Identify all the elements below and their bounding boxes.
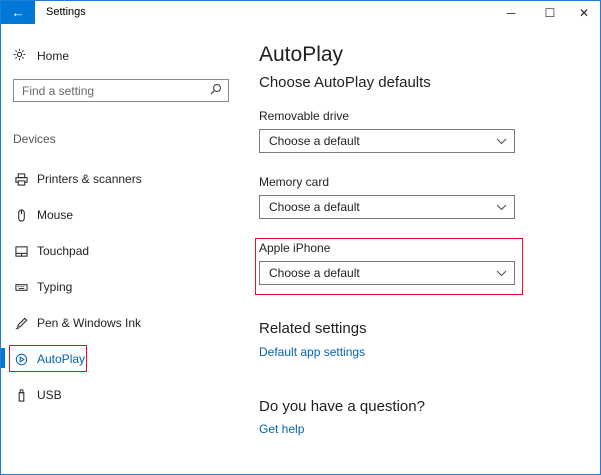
mouse-icon [13, 208, 29, 222]
dropdown-value: Choose a default [269, 134, 360, 148]
removable-drive-label: Removable drive [259, 109, 350, 123]
search-icon[interactable] [210, 83, 222, 98]
sidebar-item-label: Touchpad [37, 244, 90, 258]
default-app-settings-link[interactable]: Default app settings [259, 345, 365, 359]
sidebar-item-autoplay[interactable]: AutoPlay [13, 350, 85, 368]
sidebar-item-usb[interactable]: USB [13, 386, 62, 404]
section-title: Choose AutoPlay defaults [259, 74, 431, 91]
apple-iphone-label: Apple iPhone [259, 241, 331, 255]
sidebar-item-touchpad[interactable]: Touchpad [13, 242, 89, 260]
pen-icon [13, 317, 29, 330]
search-box[interactable] [13, 79, 229, 102]
sidebar-item-pen[interactable]: Pen & Windows Ink [13, 314, 141, 332]
maximize-icon: ☐ [544, 5, 556, 20]
get-help-link[interactable]: Get help [259, 422, 304, 436]
title-bar: ← Settings ─ ☐ ✕ [1, 1, 600, 24]
chevron-down-icon [488, 204, 514, 211]
nav-section-devices: Devices [13, 132, 56, 146]
close-icon: ✕ [578, 5, 590, 20]
minimize-icon: ─ [506, 5, 516, 20]
sidebar-item-mouse[interactable]: Mouse [13, 206, 73, 224]
autoplay-icon [13, 353, 29, 366]
keyboard-icon [13, 281, 29, 294]
dropdown-value: Choose a default [269, 200, 360, 214]
question-heading: Do you have a question? [259, 398, 425, 415]
nav-home-label: Home [37, 49, 70, 63]
close-button[interactable]: ✕ [562, 1, 601, 24]
settings-window: ← Settings ─ ☐ ✕ Home Devices Printers &… [0, 0, 601, 475]
touchpad-icon [13, 245, 29, 258]
sidebar-item-label: USB [37, 388, 62, 402]
sidebar-item-label: AutoPlay [37, 352, 86, 366]
sidebar-item-label: Printers & scanners [37, 172, 142, 186]
sidebar-item-label: Pen & Windows Ink [37, 316, 142, 330]
removable-drive-dropdown[interactable]: Choose a default [259, 129, 515, 153]
sidebar-item-label: Mouse [37, 208, 74, 222]
memory-card-dropdown[interactable]: Choose a default [259, 195, 515, 219]
minimize-button[interactable]: ─ [489, 1, 533, 24]
back-button[interactable]: ← [1, 1, 35, 24]
chevron-down-icon [488, 270, 514, 277]
sidebar-item-label: Typing [37, 280, 73, 294]
apple-iphone-dropdown[interactable]: Choose a default [259, 261, 515, 285]
sidebar-item-printers[interactable]: Printers & scanners [13, 170, 142, 188]
usb-icon [13, 388, 29, 402]
active-indicator [1, 348, 5, 368]
chevron-down-icon [488, 138, 514, 145]
gear-icon [13, 48, 29, 64]
nav-home[interactable]: Home [13, 47, 69, 65]
printer-icon [13, 172, 29, 186]
search-input[interactable] [14, 80, 204, 101]
window-title: Settings [46, 6, 86, 18]
page-title: AutoPlay [259, 43, 344, 66]
sidebar-item-typing[interactable]: Typing [13, 278, 72, 296]
related-settings-heading: Related settings [259, 320, 367, 337]
memory-card-label: Memory card [259, 175, 330, 189]
back-arrow-icon: ← [11, 5, 25, 20]
dropdown-value: Choose a default [269, 266, 360, 280]
